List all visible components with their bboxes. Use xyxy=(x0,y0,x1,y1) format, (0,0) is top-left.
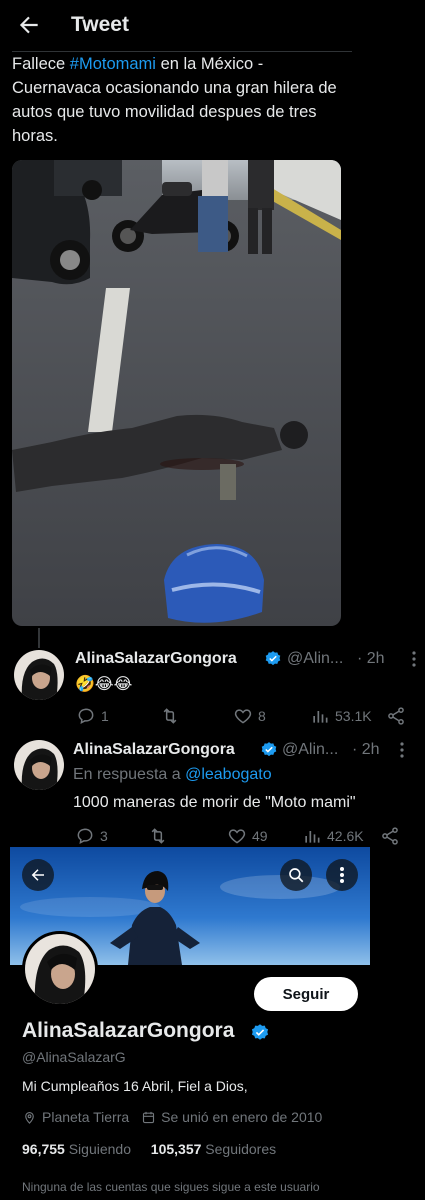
like-count: 8 xyxy=(258,708,266,724)
tweet-photo[interactable] xyxy=(12,160,341,626)
share-icon xyxy=(382,827,398,845)
reply-author-handle[interactable]: @Alin... xyxy=(282,741,338,759)
verified-badge-icon xyxy=(251,1024,269,1040)
views-button[interactable]: 53.1K xyxy=(310,706,372,726)
more-vertical-icon xyxy=(340,867,344,883)
share-icon xyxy=(388,707,404,725)
reply-author-handle[interactable]: @Alin... xyxy=(287,650,343,668)
page-title: Tweet xyxy=(71,13,129,36)
more-options-icon[interactable] xyxy=(399,741,405,759)
reply-icon xyxy=(77,828,93,845)
reply-text: 🤣😂😂 xyxy=(75,676,133,693)
profile-search-button[interactable] xyxy=(280,859,312,891)
followers-link[interactable]: 105,357 Seguidores xyxy=(151,1141,276,1157)
tweet-actions: 1 8 53.1K xyxy=(0,706,425,730)
calendar-icon xyxy=(143,1111,155,1123)
verified-badge-icon xyxy=(265,651,281,666)
reply-text: 1000 maneras de morir de "Moto mami" xyxy=(73,794,356,811)
hashtag-link[interactable]: #Motomami xyxy=(70,55,156,73)
followers-count: 105,357 xyxy=(150,1141,202,1157)
location-pin-icon xyxy=(25,1111,34,1124)
following-label: Siguiendo xyxy=(68,1141,131,1157)
replying-prefix: En respuesta a xyxy=(73,766,186,783)
top-bar: Tweet xyxy=(0,0,425,50)
share-button[interactable] xyxy=(386,706,406,726)
reply-timestamp[interactable]: · 2h xyxy=(357,650,385,668)
views-count: 53.1K xyxy=(335,708,372,724)
following-link[interactable]: 96,755 Siguiendo xyxy=(22,1141,131,1157)
mutual-followers-note: Ninguna de las cuentas que sigues sigue … xyxy=(22,1180,320,1194)
profile-avatar[interactable] xyxy=(22,931,98,1007)
thread-line xyxy=(38,628,40,648)
back-arrow-icon[interactable] xyxy=(16,12,42,38)
reply-author-name[interactable]: AlinaSalazarGongora xyxy=(75,650,237,668)
reply-icon xyxy=(78,708,94,725)
reply-button[interactable]: 1 xyxy=(76,706,109,726)
mention-link[interactable]: @leabogato xyxy=(185,766,272,783)
reply-tweet[interactable]: AlinaSalazarGongora @Alin... · 2h En res… xyxy=(0,740,425,846)
tweet-text: Fallece #Motomami en la México - Cuernav… xyxy=(12,52,352,148)
profile-stats: 96,755 Siguiendo 105,357 Seguidores xyxy=(22,1141,276,1157)
views-bar-chart-icon xyxy=(313,711,328,723)
reply-count: 1 xyxy=(101,708,109,724)
retweet-icon xyxy=(151,828,165,844)
retweet-icon xyxy=(163,708,177,724)
profile-join-date: Se unió en enero de 2010 xyxy=(161,1109,323,1125)
profile-card: Seguir AlinaSalazarGongora @AlinaSalazar… xyxy=(10,847,370,1200)
reply-timestamp[interactable]: · 2h xyxy=(352,741,380,759)
follow-button[interactable]: Seguir xyxy=(254,977,358,1011)
retweet-button[interactable] xyxy=(148,826,168,846)
followers-label: Seguidores xyxy=(205,1141,277,1157)
replying-to: En respuesta a @leabogato xyxy=(73,766,272,784)
retweet-button[interactable] xyxy=(160,706,180,726)
reply-tweet[interactable]: AlinaSalazarGongora @Alin... · 2h 🤣😂😂 1 … xyxy=(0,648,425,734)
views-bar-chart-icon xyxy=(305,831,320,843)
like-count: 49 xyxy=(252,828,268,844)
reply-author-name[interactable]: AlinaSalazarGongora xyxy=(73,741,235,759)
following-count: 96,755 xyxy=(22,1141,65,1157)
reply-count: 3 xyxy=(100,828,108,844)
heart-icon xyxy=(234,709,252,724)
views-count: 42.6K xyxy=(327,828,364,844)
avatar[interactable] xyxy=(14,650,64,700)
profile-back-button[interactable] xyxy=(22,859,54,891)
avatar[interactable] xyxy=(14,740,64,790)
profile-more-button[interactable] xyxy=(326,859,358,891)
more-options-icon[interactable] xyxy=(411,650,417,668)
profile-bio: Mi Cumpleaños 16 Abril, Fiel a Dios, xyxy=(22,1078,248,1094)
share-button[interactable] xyxy=(380,826,400,846)
search-icon xyxy=(289,868,304,883)
tweet-text-start: Fallece xyxy=(12,55,70,73)
profile-handle: @AlinaSalazarG xyxy=(22,1049,126,1065)
heart-icon xyxy=(228,829,246,844)
like-button[interactable]: 8 xyxy=(233,706,266,726)
views-button[interactable]: 42.6K xyxy=(302,826,364,846)
reply-button[interactable]: 3 xyxy=(75,826,108,846)
back-arrow-icon xyxy=(31,869,44,881)
like-button[interactable]: 49 xyxy=(227,826,268,846)
profile-location: Planeta Tierra xyxy=(42,1109,130,1125)
verified-badge-icon xyxy=(261,742,277,757)
profile-meta: Planeta Tierra Se unió en enero de 2010 xyxy=(22,1109,322,1125)
profile-display-name: AlinaSalazarGongora xyxy=(22,1019,235,1042)
